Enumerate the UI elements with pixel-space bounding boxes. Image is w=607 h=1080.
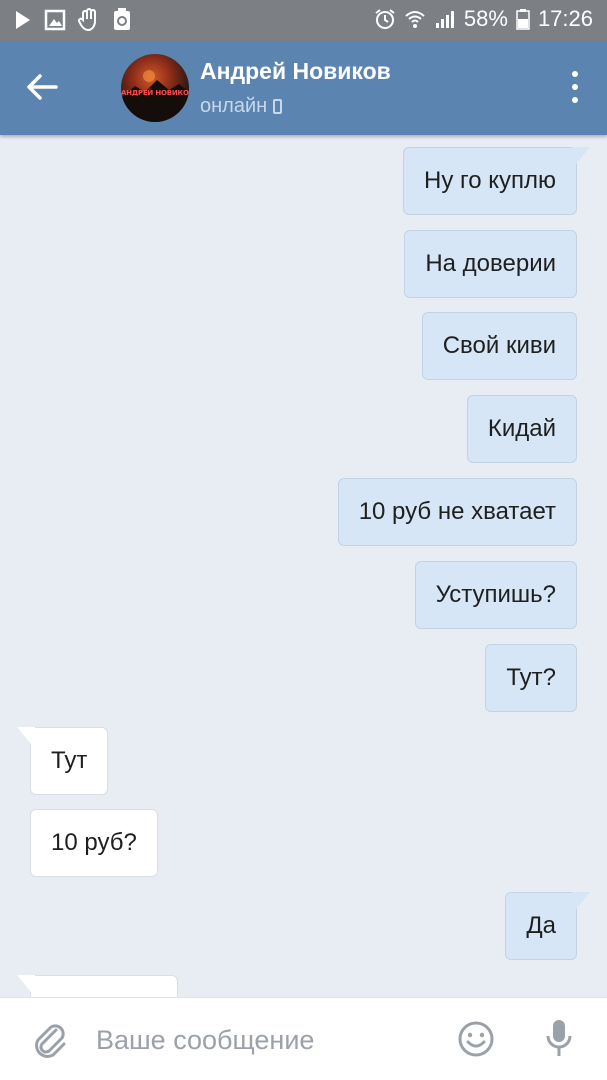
attach-button[interactable] (30, 1020, 70, 1060)
message-bubble-outgoing[interactable]: Ну го куплю (402, 147, 590, 215)
status-bar: 58% 17:26 (0, 0, 607, 41)
status-text: онлайн (200, 95, 268, 117)
alarm-icon (375, 9, 395, 29)
composer-bar (0, 997, 607, 1080)
contact-status: онлайн (200, 95, 283, 118)
message-bubble-outgoing[interactable]: Кидай (466, 395, 577, 463)
menu-dot (572, 97, 578, 103)
message-text: Да (526, 912, 556, 939)
message-bubble-outgoing[interactable]: Тут? (485, 644, 577, 712)
system-indicators: 58% 17:26 (374, 6, 593, 32)
smiley-icon (458, 1021, 494, 1057)
message-bubble-outgoing[interactable]: Свой киви (421, 312, 577, 380)
message-bubble-outgoing[interactable]: На доверии (404, 230, 577, 298)
signal-icon (435, 11, 454, 28)
chat-header: АНДРЕЙ НОВИКОВ Андрей Новиков онлайн (0, 41, 607, 135)
bubble-tail (17, 975, 35, 997)
notification-icons (14, 8, 132, 32)
bubble-tail (572, 892, 590, 914)
bubble-tail (17, 727, 35, 749)
wifi-icon (405, 11, 425, 28)
message-input[interactable] (96, 1018, 436, 1062)
message-list[interactable]: Ну го куплю На доверии Свой киви Кидай 1… (0, 135, 607, 997)
message-text: Тут? (506, 664, 556, 691)
message-bubble-incoming[interactable]: Х (17, 975, 178, 997)
message-bubble-outgoing[interactable]: Уступишь? (414, 561, 577, 629)
menu-dot (572, 84, 578, 90)
message-bubble-incoming[interactable]: 10 руб? (30, 809, 158, 877)
contact-name[interactable]: Андрей Новиков (200, 58, 391, 85)
arrow-left-icon (27, 74, 58, 100)
play-icon (16, 11, 30, 29)
paperclip-icon (35, 1024, 66, 1058)
avatar-landscape-image (121, 70, 189, 122)
gallery-icon (44, 9, 66, 31)
hand-icon (78, 8, 96, 32)
emoji-button[interactable] (457, 1020, 495, 1058)
message-bubble-incoming[interactable]: Тут (17, 727, 109, 795)
message-text: Свой киви (442, 332, 556, 359)
mobile-icon (273, 99, 283, 114)
recycle-icon (114, 8, 130, 30)
message-text: Кидай (487, 415, 556, 442)
avatar[interactable]: АНДРЕЙ НОВИКОВ (121, 54, 189, 122)
message-bubble-outgoing[interactable]: 10 руб не хватает (337, 478, 577, 546)
battery-percent: 58% (463, 6, 508, 31)
message-bubble-outgoing[interactable]: Да (505, 892, 590, 960)
bubble-tail (572, 147, 590, 169)
message-text: 10 руб? (51, 829, 137, 856)
message-text: Уступишь? (435, 581, 556, 608)
message-text: Тут (51, 747, 88, 774)
microphone-icon (546, 1020, 572, 1056)
menu-dot (572, 71, 578, 77)
message-text: На доверии (425, 250, 556, 277)
back-button[interactable] (22, 67, 62, 107)
battery-icon (516, 9, 530, 30)
clock: 17:26 (537, 6, 593, 31)
voice-record-button[interactable] (544, 1018, 574, 1060)
message-text: Ну го куплю (423, 167, 556, 194)
more-options-button[interactable] (565, 69, 585, 105)
avatar-caption: АНДРЕЙ НОВИКОВ (121, 89, 189, 97)
chat-screen: 58% 17:26 АНДРЕЙ НОВИКОВ Андрей Новиков … (0, 0, 607, 1080)
message-text: 10 руб не хватает (358, 498, 556, 525)
